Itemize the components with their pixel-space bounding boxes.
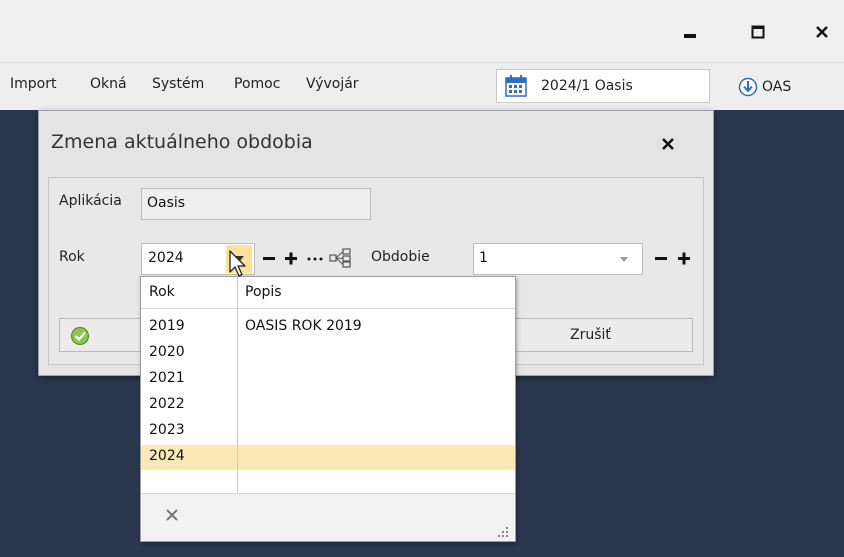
dropdown-row[interactable]: 2020 bbox=[141, 341, 515, 366]
user-button[interactable]: OAS bbox=[738, 75, 791, 99]
dropdown-row[interactable]: 2019 OASIS ROK 2019 bbox=[141, 315, 515, 340]
dropdown-row[interactable]: 2022 bbox=[141, 393, 515, 418]
row-description: OASIS ROK 2019 bbox=[245, 318, 362, 334]
menu-developer[interactable]: Vývojár bbox=[306, 76, 359, 92]
column-separator bbox=[237, 277, 238, 493]
calendar-icon bbox=[505, 75, 527, 97]
period-value: 1 bbox=[479, 250, 488, 266]
year-dropdown-popup: Rok Popis 2019 OASIS ROK 2019 2020 2021 2022… bbox=[140, 276, 516, 542]
cancel-button-label: Zrušiť bbox=[570, 327, 611, 343]
dropdown-row[interactable]: 2023 bbox=[141, 419, 515, 444]
application-label: Aplikácia bbox=[59, 193, 122, 209]
row-year: 2019 bbox=[149, 318, 185, 334]
menu-system[interactable]: Systém bbox=[152, 76, 204, 92]
application-field: Oasis bbox=[141, 188, 371, 220]
row-year: 2020 bbox=[149, 344, 185, 360]
column-header-description[interactable]: Popis bbox=[245, 284, 282, 300]
minus-icon[interactable] bbox=[261, 250, 277, 266]
close-icon bbox=[662, 138, 674, 150]
application-value: Oasis bbox=[147, 195, 186, 211]
minimize-icon bbox=[684, 34, 696, 38]
maximize-button[interactable] bbox=[738, 14, 778, 50]
dropdown-footer bbox=[141, 493, 515, 541]
row-year: 2023 bbox=[149, 422, 185, 438]
menu-bar bbox=[0, 62, 844, 110]
current-period-text: 2024/1 Oasis bbox=[541, 78, 633, 94]
row-year: 2024 bbox=[149, 448, 185, 464]
ellipsis-icon[interactable] bbox=[305, 250, 325, 266]
period-label: Obdobie bbox=[371, 249, 430, 265]
title-bar bbox=[0, 0, 844, 62]
check-circle-icon bbox=[70, 326, 90, 346]
minimize-button[interactable] bbox=[670, 14, 710, 50]
user-circle-icon bbox=[738, 77, 758, 97]
plus-icon[interactable] bbox=[676, 250, 692, 266]
dropdown-arrow-icon[interactable] bbox=[616, 251, 632, 267]
resize-grip-icon[interactable] bbox=[497, 526, 509, 538]
menu-help[interactable]: Pomoc bbox=[234, 76, 280, 92]
dialog-close-button[interactable] bbox=[661, 131, 675, 151]
menu-import[interactable]: Import bbox=[10, 76, 56, 92]
dropdown-row[interactable]: 2024 bbox=[141, 445, 515, 470]
user-label: OAS bbox=[762, 79, 792, 95]
dropdown-header: Rok Popis bbox=[141, 277, 515, 309]
hierarchy-icon[interactable] bbox=[329, 248, 351, 268]
period-combobox[interactable]: 1 bbox=[473, 243, 643, 275]
minus-icon[interactable] bbox=[653, 250, 669, 266]
dialog-title: Zmena aktuálneho obdobia bbox=[51, 131, 313, 153]
column-header-year[interactable]: Rok bbox=[149, 284, 175, 300]
year-label: Rok bbox=[59, 249, 85, 265]
close-icon bbox=[816, 26, 828, 38]
row-year: 2021 bbox=[149, 370, 185, 386]
year-value: 2024 bbox=[148, 250, 184, 266]
close-window-button[interactable] bbox=[802, 14, 842, 50]
clear-icon[interactable] bbox=[165, 508, 179, 522]
dropdown-row[interactable]: 2021 bbox=[141, 367, 515, 392]
row-year: 2022 bbox=[149, 396, 185, 412]
maximize-icon bbox=[751, 25, 765, 39]
mouse-cursor-icon bbox=[229, 250, 246, 277]
current-period-selector[interactable]: 2024/1 Oasis bbox=[496, 69, 710, 103]
menu-windows[interactable]: Okná bbox=[90, 76, 127, 92]
plus-icon[interactable] bbox=[283, 250, 299, 266]
